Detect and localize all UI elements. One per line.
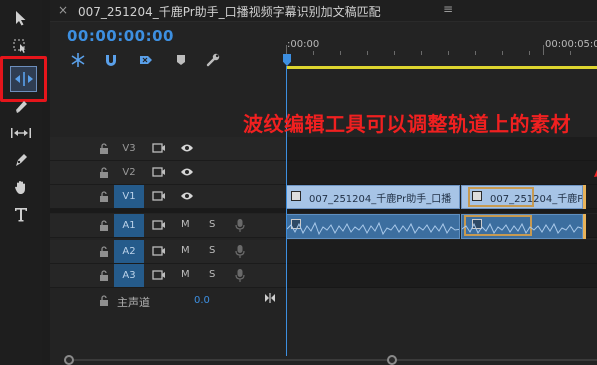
time-ruler[interactable]: :00:00 00:00:05:00 <box>286 22 597 68</box>
ruler-tick <box>502 51 503 55</box>
selection-tool-icon[interactable] <box>0 6 42 30</box>
track-label-a2[interactable]: A2 <box>114 240 144 263</box>
solo-button[interactable]: S <box>209 269 215 280</box>
ruler-tick <box>394 51 395 55</box>
pen-tool-icon[interactable] <box>0 148 42 172</box>
track-body-v3[interactable] <box>286 137 597 161</box>
ruler-label-end: 00:00:05:00 <box>545 39 597 50</box>
timeline-settings-wrench-icon[interactable] <box>205 52 221 68</box>
ripple-edit-tool-icon[interactable] <box>10 66 37 92</box>
annotation-arrow-icon <box>594 169 597 177</box>
ruler-label-start: :00:00 <box>287 39 320 50</box>
audio-waveform <box>462 222 582 235</box>
ruler-tick <box>529 51 530 55</box>
playhead-timecode[interactable]: 00:00:00:00 <box>67 27 174 45</box>
track-label-a3[interactable]: A3 <box>114 264 144 287</box>
timeline-panel: × 007_251204_千鹿Pr助手_口播视频字幕识别加文稿匹配 ≡ 00:0… <box>50 0 597 365</box>
go-to-end-icon[interactable] <box>264 292 276 304</box>
edit-point-marker[interactable] <box>583 185 586 209</box>
lock-icon[interactable] <box>99 190 109 203</box>
master-volume-value[interactable]: 0.0 <box>194 295 210 306</box>
sync-lock-icon[interactable] <box>152 219 166 231</box>
audio-clip[interactable] <box>461 214 583 239</box>
ruler-tick <box>367 51 368 55</box>
microphone-icon[interactable] <box>234 244 246 259</box>
microphone-icon[interactable] <box>234 268 246 283</box>
horizontal-zoom-scrollbar[interactable] <box>64 355 597 365</box>
scrollbar-right-handle[interactable] <box>387 355 397 365</box>
linked-selection-icon[interactable] <box>138 52 154 68</box>
track-body-a3[interactable] <box>286 264 597 288</box>
track-select-forward-icon[interactable] <box>0 34 42 58</box>
eye-icon[interactable] <box>180 190 194 202</box>
mute-button[interactable]: M <box>181 269 190 280</box>
track-header-v2: V2 <box>50 161 286 185</box>
fx-badge-icon <box>291 191 301 201</box>
video-clip[interactable]: 007_251204_千鹿Pr助手_口播 <box>286 185 460 209</box>
insert-nest-icon[interactable] <box>70 52 86 68</box>
ruler-tick <box>543 45 544 55</box>
sync-lock-icon[interactable] <box>152 269 166 281</box>
tools-panel <box>0 0 47 365</box>
razor-tool-icon[interactable] <box>0 94 42 118</box>
track-header-a1: A1 M S <box>50 214 286 238</box>
lock-icon[interactable] <box>99 269 109 282</box>
track-header-a3: A3 M S <box>50 264 286 288</box>
mute-button[interactable]: M <box>181 245 190 256</box>
panel-menu-icon[interactable]: ≡ <box>443 2 453 16</box>
clip-name: 007_251204_千鹿Pr助手_口播 <box>309 194 452 205</box>
ruler-tick <box>570 51 571 55</box>
eye-icon[interactable] <box>180 166 194 178</box>
track-label-v3[interactable]: V3 <box>114 137 144 160</box>
track-label-v2[interactable]: V2 <box>114 161 144 184</box>
lock-icon[interactable] <box>99 219 109 232</box>
master-track-label: 主声道 <box>117 296 150 309</box>
close-tab-icon[interactable]: × <box>58 3 68 17</box>
track-body-v2[interactable] <box>286 161 597 185</box>
sequence-tab-title[interactable]: 007_251204_千鹿Pr助手_口播视频字幕识别加文稿匹配 <box>78 3 381 20</box>
snap-magnet-icon[interactable] <box>103 52 119 68</box>
track-header-v3: V3 <box>50 137 286 161</box>
mute-button[interactable]: M <box>181 219 190 230</box>
audio-waveform <box>287 221 459 236</box>
sync-lock-icon[interactable] <box>152 245 166 257</box>
video-audio-divider[interactable] <box>50 209 597 213</box>
sequence-tab-bar: × 007_251204_千鹿Pr助手_口播视频字幕识别加文稿匹配 ≡ <box>50 0 597 22</box>
lock-icon[interactable] <box>99 294 109 307</box>
track-header-v1: V1 <box>50 185 286 209</box>
lock-icon[interactable] <box>99 245 109 258</box>
solo-button[interactable]: S <box>209 245 215 256</box>
ruler-tick <box>340 51 341 55</box>
ruler-tick <box>475 51 476 55</box>
ruler-tick <box>421 51 422 55</box>
eye-icon[interactable] <box>180 142 194 154</box>
sync-lock-icon[interactable] <box>152 190 166 202</box>
annotation-text: 波纹编辑工具可以调整轨道上的素材 <box>243 112 571 136</box>
track-body-a2[interactable] <box>286 240 597 264</box>
clip-name: 007_251204_千鹿Pr <box>490 194 583 205</box>
add-marker-icon[interactable] <box>173 52 189 68</box>
ruler-tick <box>313 51 314 55</box>
track-header-a2: A2 M S <box>50 240 286 264</box>
video-clip[interactable]: 007_251204_千鹿Pr <box>461 185 583 209</box>
type-tool-icon[interactable] <box>0 202 42 226</box>
solo-button[interactable]: S <box>209 219 215 230</box>
sync-lock-icon[interactable] <box>152 142 166 154</box>
edit-point-marker[interactable] <box>583 214 586 239</box>
lock-icon[interactable] <box>99 166 109 179</box>
sync-lock-icon[interactable] <box>152 166 166 178</box>
scrollbar-left-handle[interactable] <box>64 355 74 365</box>
microphone-icon[interactable] <box>234 218 246 233</box>
lock-icon[interactable] <box>99 142 109 155</box>
ruler-tick <box>448 51 449 55</box>
audio-clip[interactable] <box>286 214 460 239</box>
hand-tool-icon[interactable] <box>0 175 42 199</box>
track-label-v1[interactable]: V1 <box>114 185 144 208</box>
slip-tool-icon[interactable] <box>0 121 42 145</box>
track-label-a1[interactable]: A1 <box>114 214 144 237</box>
scrollbar-track[interactable] <box>64 359 597 361</box>
